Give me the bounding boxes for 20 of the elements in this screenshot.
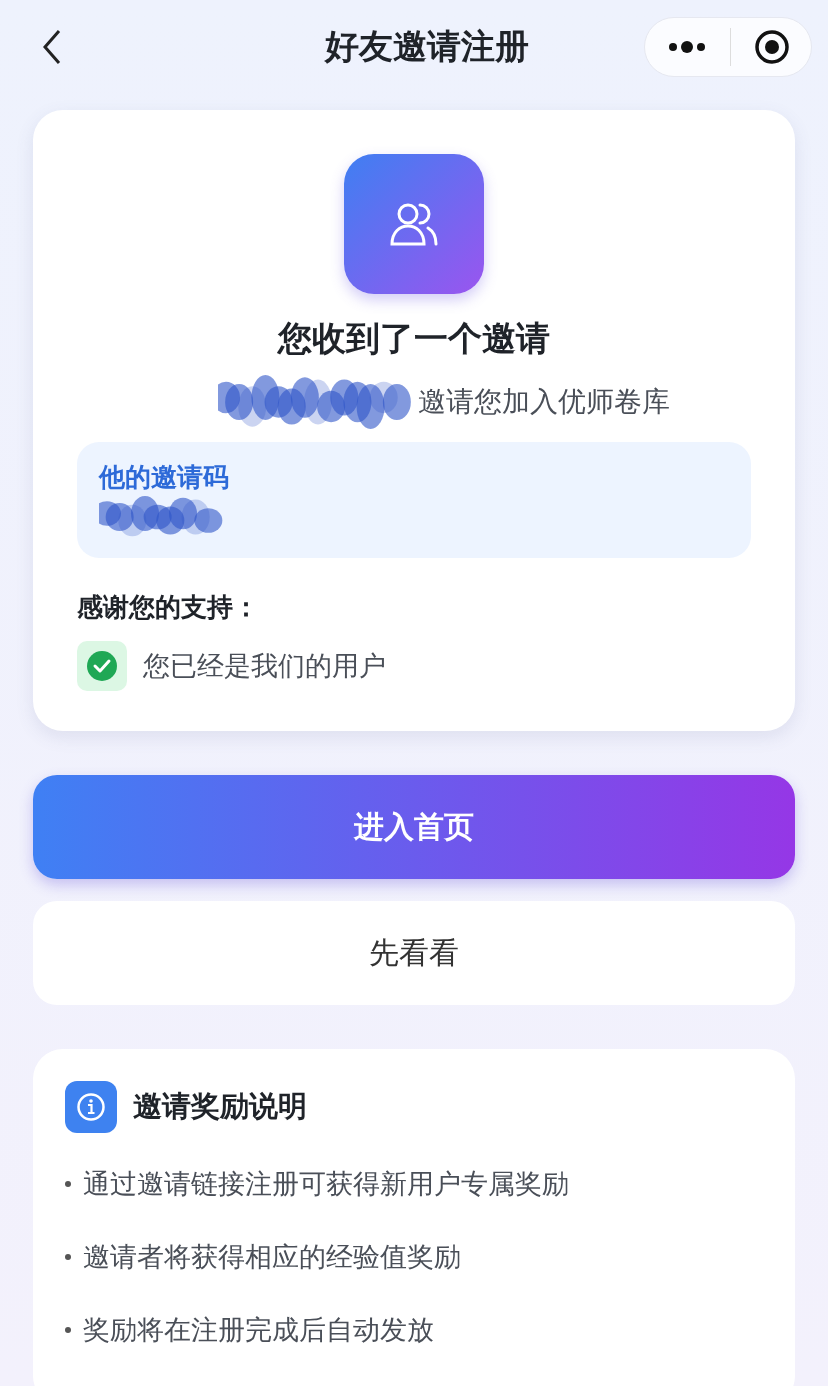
invite-message: 邀请您加入优师卷库 bbox=[418, 384, 670, 420]
bullet-icon bbox=[65, 1180, 71, 1187]
thanks-heading: 感谢您的支持： bbox=[77, 591, 260, 624]
rewards-title: 邀请奖励说明 bbox=[133, 1088, 307, 1125]
bullet-icon bbox=[65, 1253, 71, 1260]
browse-button[interactable]: 先看看 bbox=[33, 901, 795, 1005]
invite-heading: 您收到了一个邀请 bbox=[278, 317, 550, 360]
invite-code-label: 他的邀请码 bbox=[99, 461, 230, 494]
bullet-icon bbox=[65, 1326, 71, 1333]
status-text: 您已经是我们的用户 bbox=[143, 649, 386, 683]
info-icon bbox=[65, 1081, 117, 1133]
back-icon[interactable] bbox=[42, 29, 62, 65]
enter-home-button[interactable]: 进入首页 bbox=[33, 775, 795, 879]
reward-text: 邀请者将获得相应的经验值奖励 bbox=[83, 1239, 461, 1274]
more-icon[interactable] bbox=[666, 40, 707, 54]
reward-text: 通过邀请链接注册可获得新用户专属奖励 bbox=[83, 1166, 569, 1201]
reward-text: 奖励将在注册完成后自动发放 bbox=[83, 1312, 434, 1347]
page-title: 好友邀请注册 bbox=[325, 25, 529, 68]
people-icon bbox=[344, 154, 484, 294]
close-icon[interactable] bbox=[753, 29, 790, 65]
